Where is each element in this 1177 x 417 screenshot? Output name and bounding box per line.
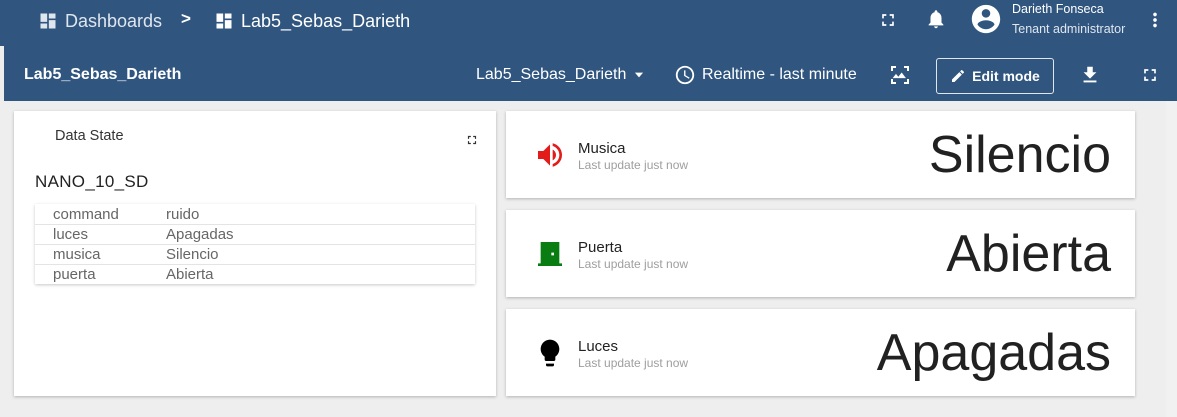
breadcrumb-dashboards-label: Dashboards [65,10,163,31]
bell-icon[interactable] [924,7,948,31]
attribute-value: Abierta [166,266,214,283]
last-update: Last update just now [578,356,689,370]
dashboards-icon [40,13,56,29]
top-bar: Dashboards > Lab5_Sebas_Darieth Darieth … [0,0,1177,46]
dashboard-icon [216,13,232,29]
attribute-key: musica [53,246,101,263]
lightbulb-icon [540,339,560,367]
table-row: puerta Abierta [35,264,475,284]
fullscreen-icon[interactable] [1138,63,1162,87]
dashboard-title: Lab5_Sebas_Darieth [24,66,182,83]
card-value: Abierta [946,225,1111,283]
last-update: Last update just now [578,257,689,271]
image-icon[interactable] [888,63,912,87]
edit-mode-label: Edit mode [972,68,1040,84]
attribute-key: command [53,205,119,223]
download-icon[interactable] [1078,63,1102,87]
timewindow-button[interactable]: Realtime - last minute [674,64,857,86]
attribute-key: puerta [53,266,96,283]
user-role: Tenant administrator [1012,22,1126,36]
puerta-card: Puerta Last update just now Abierta [506,210,1135,297]
clock-icon [675,65,695,85]
dashboard-select-label: Lab5_Sebas_Darieth [476,66,627,83]
card-value: Apagadas [876,324,1111,382]
attribute-value: Apagadas [166,226,234,243]
card-label: Luces [578,338,619,355]
attributes-table: command ruido luces Apagadas musica Sile… [35,204,475,284]
table-row: command ruido [35,204,475,224]
dashboard-select[interactable]: Lab5_Sebas_Darieth [476,66,646,84]
breadcrumb-current-label: Lab5_Sebas_Darieth [241,10,411,31]
musica-card: Musica Last update just now Silencio [506,111,1135,198]
widget-title: Data State [55,128,124,144]
attribute-value: ruido [166,205,200,223]
fullscreen-icon[interactable] [465,133,479,152]
luces-card: Luces Last update just now Apagadas [506,309,1135,396]
breadcrumb-current: Lab5_Sebas_Darieth [214,9,410,33]
breadcrumb-dashboards[interactable]: Dashboards [38,9,162,33]
user-name: Darieth Fonseca [1012,2,1104,16]
breadcrumb-separator: > [181,9,191,28]
edit-mode-button[interactable]: Edit mode [936,58,1054,94]
attribute-value: Silencio [166,246,219,263]
attribute-key: luces [53,226,89,243]
pencil-icon [952,69,965,82]
volume-up-icon [538,143,562,167]
scrollbar[interactable] [1166,101,1177,417]
table-row: musica Silencio [35,244,475,264]
account-icon[interactable] [968,1,1004,37]
card-value: Silencio [928,126,1111,184]
more-vert-icon[interactable] [1143,8,1167,32]
timewindow-label: Realtime - last minute [702,66,857,83]
door-icon [538,242,562,266]
device-name: NANO_10_SD [35,172,149,191]
fullscreen-icon[interactable] [876,8,900,32]
dashboard-toolbar: Lab5_Sebas_Darieth Lab5_Sebas_Darieth Re… [4,46,1177,101]
last-update: Last update just now [578,158,689,172]
card-label: Puerta [578,239,623,256]
arrow-drop-down-icon [635,72,644,78]
table-row: luces Apagadas [35,224,475,244]
card-label: Musica [578,140,626,157]
data-state-widget: Data State NANO_10_SD command ruido luce… [14,111,496,396]
